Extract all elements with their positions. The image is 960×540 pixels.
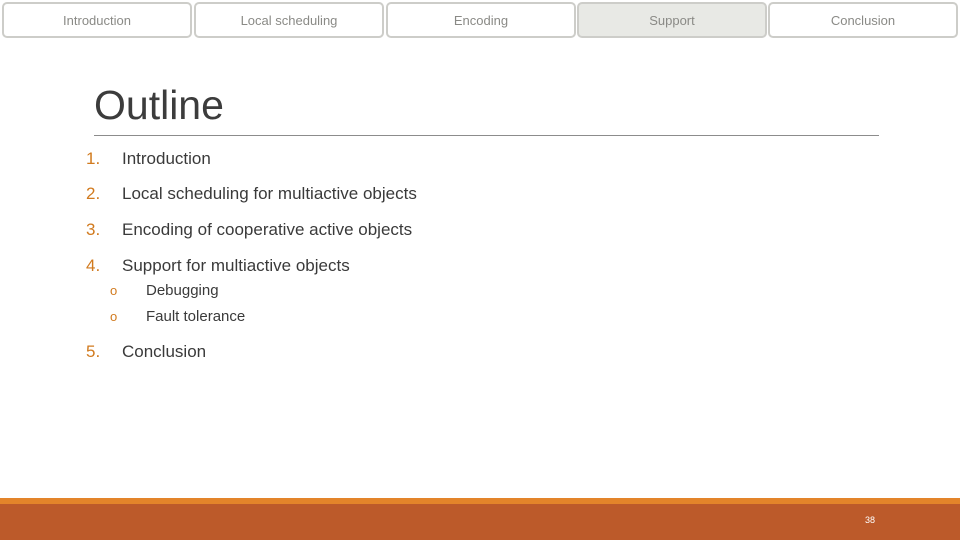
item-number: 5.	[86, 342, 101, 361]
title-divider	[94, 135, 879, 136]
outline-item-conclusion: 5. Conclusion	[86, 342, 206, 362]
circle-bullet-icon: o	[110, 309, 118, 324]
tab-introduction[interactable]: Introduction	[2, 2, 192, 38]
item-text: Encoding of cooperative active objects	[122, 220, 413, 239]
slide-title: Outline	[94, 82, 224, 128]
tab-support[interactable]: Support	[577, 2, 767, 38]
tab-conclusion[interactable]: Conclusion	[768, 2, 958, 38]
item-text: Conclusion	[122, 342, 207, 361]
outline-item-local-scheduling: 2. Local scheduling for multiactive objec…	[86, 184, 417, 204]
page-number: 38	[865, 515, 876, 525]
item-text: Support for multiactive objects	[122, 256, 350, 275]
subitem-text: Fault tolerance	[146, 308, 246, 325]
item-number: 1.	[86, 149, 101, 168]
outline-subitem-fault-tolerance: o Fault tolerance	[110, 308, 245, 325]
item-text: Introduction	[122, 149, 211, 168]
outline-item-introduction: 1. Introduction	[86, 149, 211, 169]
circle-bullet-icon: o	[110, 283, 118, 298]
outline-item-support: 4. Support for multiactive objects	[86, 256, 350, 276]
item-number: 2.	[86, 184, 101, 203]
section-nav: Introduction Local scheduling Encoding S…	[2, 2, 958, 38]
subitem-text: Debugging	[146, 282, 219, 299]
footer-bar	[0, 504, 960, 540]
item-number: 3.	[86, 220, 101, 239]
outline-item-encoding: 3. Encoding of cooperative active objects	[86, 220, 412, 240]
item-text: Local scheduling for multiactive objects	[122, 184, 417, 203]
tab-encoding[interactable]: Encoding	[386, 2, 576, 38]
tab-local-scheduling[interactable]: Local scheduling	[194, 2, 384, 38]
outline-subitem-debugging: o Debugging	[110, 282, 219, 299]
item-number: 4.	[86, 256, 101, 275]
